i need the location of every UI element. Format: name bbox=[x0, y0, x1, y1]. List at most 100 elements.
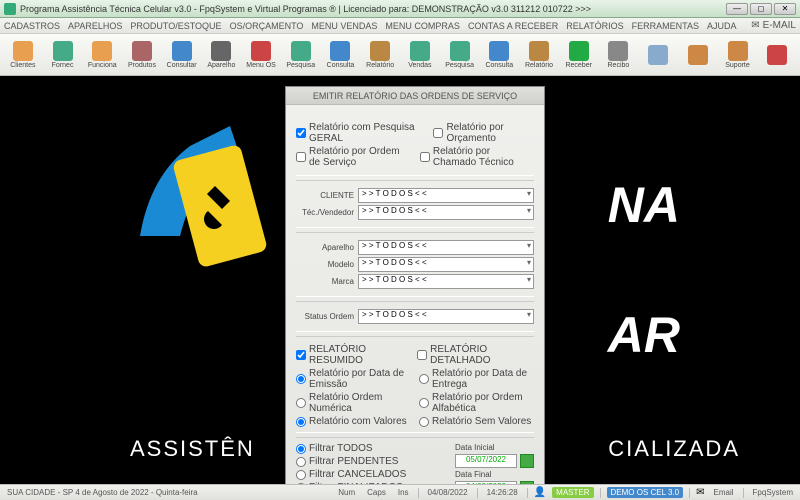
toolbar-icon bbox=[489, 41, 509, 61]
select-marca[interactable]: > > T O D O S < < bbox=[358, 274, 534, 289]
check-ordem[interactable]: Relatório por Ordem de Serviço bbox=[296, 146, 410, 168]
toolbar-btn-Clientes[interactable]: Clientes bbox=[4, 36, 42, 74]
toolbar-icon bbox=[569, 41, 589, 61]
status-time: 14:26:28 bbox=[484, 488, 521, 497]
toolbar-btn-16[interactable] bbox=[639, 36, 677, 74]
mail-icon: ✉ bbox=[696, 487, 704, 498]
toolbar-label: Produtos bbox=[128, 62, 156, 69]
select-modelo[interactable]: > > T O D O S < < bbox=[358, 257, 534, 272]
main-area: NA AR ASSISTÊN CIALIZADA EMITIR RELATÓRI… bbox=[0, 76, 800, 484]
toolbar-btn-Consulta[interactable]: Consulta bbox=[322, 36, 360, 74]
menu-cadastros[interactable]: CADASTROS bbox=[4, 21, 60, 31]
toolbar-label: Consulta bbox=[327, 62, 355, 69]
menu-ferramentas[interactable]: FERRAMENTAS bbox=[632, 21, 699, 31]
toolbar-btn-Recibo[interactable]: Recibo bbox=[600, 36, 638, 74]
toolbar-label: Fornec bbox=[52, 62, 74, 69]
status-city: SUA CIDADE - SP 4 de Agosto de 2022 - Qu… bbox=[4, 488, 201, 497]
statusbar: SUA CIDADE - SP 4 de Agosto de 2022 - Qu… bbox=[0, 484, 800, 500]
toolbar-label: Recibo bbox=[608, 62, 630, 69]
radio-todos[interactable]: Filtrar TODOS bbox=[296, 443, 406, 454]
toolbar-icon bbox=[330, 41, 350, 61]
radio-comvalores[interactable]: Relatório com Valores bbox=[296, 416, 411, 427]
menu-os[interactable]: OS/ORÇAMENTO bbox=[230, 21, 304, 31]
check-detalhado[interactable]: RELATÓRIO DETALHADO bbox=[417, 344, 534, 366]
label-modelo: Modelo bbox=[296, 260, 354, 269]
menu-produto[interactable]: PRODUTO/ESTOQUE bbox=[130, 21, 221, 31]
radio-numerica[interactable]: Relatório Ordem Numérica bbox=[296, 392, 411, 414]
radio-semvalores[interactable]: Relatório Sem Valores bbox=[419, 416, 534, 427]
radio-entrega[interactable]: Relatório por Data de Entrega bbox=[419, 368, 534, 390]
select-status[interactable]: > > T O D O S < < bbox=[358, 309, 534, 324]
radio-pendentes[interactable]: Filtrar PENDENTES bbox=[296, 456, 406, 467]
toolbar-icon bbox=[291, 41, 311, 61]
toolbar-btn-Relatório[interactable]: Relatório bbox=[361, 36, 399, 74]
toolbar-icon bbox=[172, 41, 192, 61]
radio-cancelados[interactable]: Filtrar CANCELADOS bbox=[296, 469, 406, 480]
menu-email[interactable]: ✉E-MAIL bbox=[751, 20, 796, 31]
toolbar-btn-Consultar[interactable]: Consultar bbox=[163, 36, 201, 74]
status-caps: Caps bbox=[364, 488, 389, 497]
radio-emissao[interactable]: Relatório por Data de Emissão bbox=[296, 368, 411, 390]
toolbar-label: Vendas bbox=[408, 62, 431, 69]
select-tec[interactable]: > > T O D O S < < bbox=[358, 205, 534, 220]
toolbar-btn-Suporte[interactable]: Suporte bbox=[719, 36, 757, 74]
toolbar-icon bbox=[767, 45, 787, 65]
toolbar-label: Relatório bbox=[525, 62, 553, 69]
input-data-inicial[interactable]: 05/07/2022 bbox=[455, 454, 517, 468]
maximize-button[interactable]: ◻ bbox=[750, 3, 772, 15]
toolbar-btn-Vendas[interactable]: Vendas bbox=[401, 36, 439, 74]
status-user: MASTER bbox=[552, 487, 593, 498]
toolbar-icon bbox=[410, 41, 430, 61]
check-orcamento[interactable]: Relatório por Orçamento bbox=[433, 122, 534, 144]
toolbar: Clientes Fornec Funciona Produtos ConsultarA… bbox=[0, 34, 800, 76]
menu-aparelhos[interactable]: APARELHOS bbox=[68, 21, 122, 31]
toolbar-btn-Pesquisa[interactable]: Pesquisa bbox=[441, 36, 479, 74]
window-titlebar: Programa Assistência Técnica Celular v3.… bbox=[0, 0, 800, 18]
toolbar-btn-Pesquisa[interactable]: Pesquisa bbox=[282, 36, 320, 74]
toolbar-label: Receber bbox=[565, 62, 591, 69]
select-aparelho[interactable]: > > T O D O S < < bbox=[358, 240, 534, 255]
select-cliente[interactable]: > > T O D O S < < bbox=[358, 188, 534, 203]
toolbar-btn-Consulta[interactable]: Consulta bbox=[480, 36, 518, 74]
toolbar-icon bbox=[370, 41, 390, 61]
calendar-inicial-button[interactable] bbox=[520, 454, 534, 468]
menu-ajuda[interactable]: AJUDA bbox=[707, 21, 737, 31]
status-ins: Ins bbox=[395, 488, 412, 497]
toolbar-label: Clientes bbox=[10, 62, 35, 69]
toolbar-btn-Fornec[interactable]: Fornec bbox=[44, 36, 82, 74]
toolbar-label: Consulta bbox=[485, 62, 513, 69]
toolbar-icon bbox=[53, 41, 73, 61]
menu-relatorios[interactable]: RELATÓRIOS bbox=[566, 21, 623, 31]
toolbar-btn-19[interactable] bbox=[758, 36, 796, 74]
background-logo bbox=[130, 116, 280, 296]
toolbar-btn-17[interactable] bbox=[679, 36, 717, 74]
close-button[interactable]: ✕ bbox=[774, 3, 796, 15]
toolbar-label: Pesquisa bbox=[286, 62, 315, 69]
bg-text-left: ASSISTÊN bbox=[130, 436, 255, 462]
toolbar-btn-Funciona[interactable]: Funciona bbox=[83, 36, 121, 74]
menu-compras[interactable]: MENU COMPRAS bbox=[385, 21, 460, 31]
status-demo: DEMO OS CEL 3.0 bbox=[607, 487, 684, 498]
status-sys[interactable]: FpqSystem bbox=[750, 488, 796, 497]
toolbar-icon bbox=[688, 45, 708, 65]
toolbar-label: Pesquisa bbox=[445, 62, 474, 69]
status-date: 04/08/2022 bbox=[425, 488, 471, 497]
bg-text-right: CIALIZADA bbox=[608, 436, 740, 462]
app-icon bbox=[4, 3, 16, 15]
label-status: Status Ordem bbox=[296, 312, 354, 321]
toolbar-btn-Menu OS[interactable]: Menu OS bbox=[242, 36, 280, 74]
check-resumido[interactable]: RELATÓRIO RESUMIDO bbox=[296, 344, 407, 366]
dialog-title: EMITIR RELATÓRIO DAS ORDENS DE SERVIÇO bbox=[286, 87, 544, 105]
radio-alfabetica[interactable]: Relatório por Ordem Alfabética bbox=[419, 392, 534, 414]
toolbar-btn-Produtos[interactable]: Produtos bbox=[123, 36, 161, 74]
menu-vendas[interactable]: MENU VENDAS bbox=[311, 21, 377, 31]
toolbar-icon bbox=[728, 41, 748, 61]
status-email[interactable]: Email bbox=[711, 488, 737, 497]
toolbar-btn-Relatório[interactable]: Relatório bbox=[520, 36, 558, 74]
check-chamado[interactable]: Relatório por Chamado Técnico bbox=[420, 146, 534, 168]
toolbar-btn-Aparelho[interactable]: Aparelho bbox=[203, 36, 241, 74]
menu-receber[interactable]: CONTAS A RECEBER bbox=[468, 21, 558, 31]
minimize-button[interactable]: — bbox=[726, 3, 748, 15]
toolbar-btn-Receber[interactable]: Receber bbox=[560, 36, 598, 74]
check-geral[interactable]: Relatório com Pesquisa GERAL bbox=[296, 122, 423, 144]
